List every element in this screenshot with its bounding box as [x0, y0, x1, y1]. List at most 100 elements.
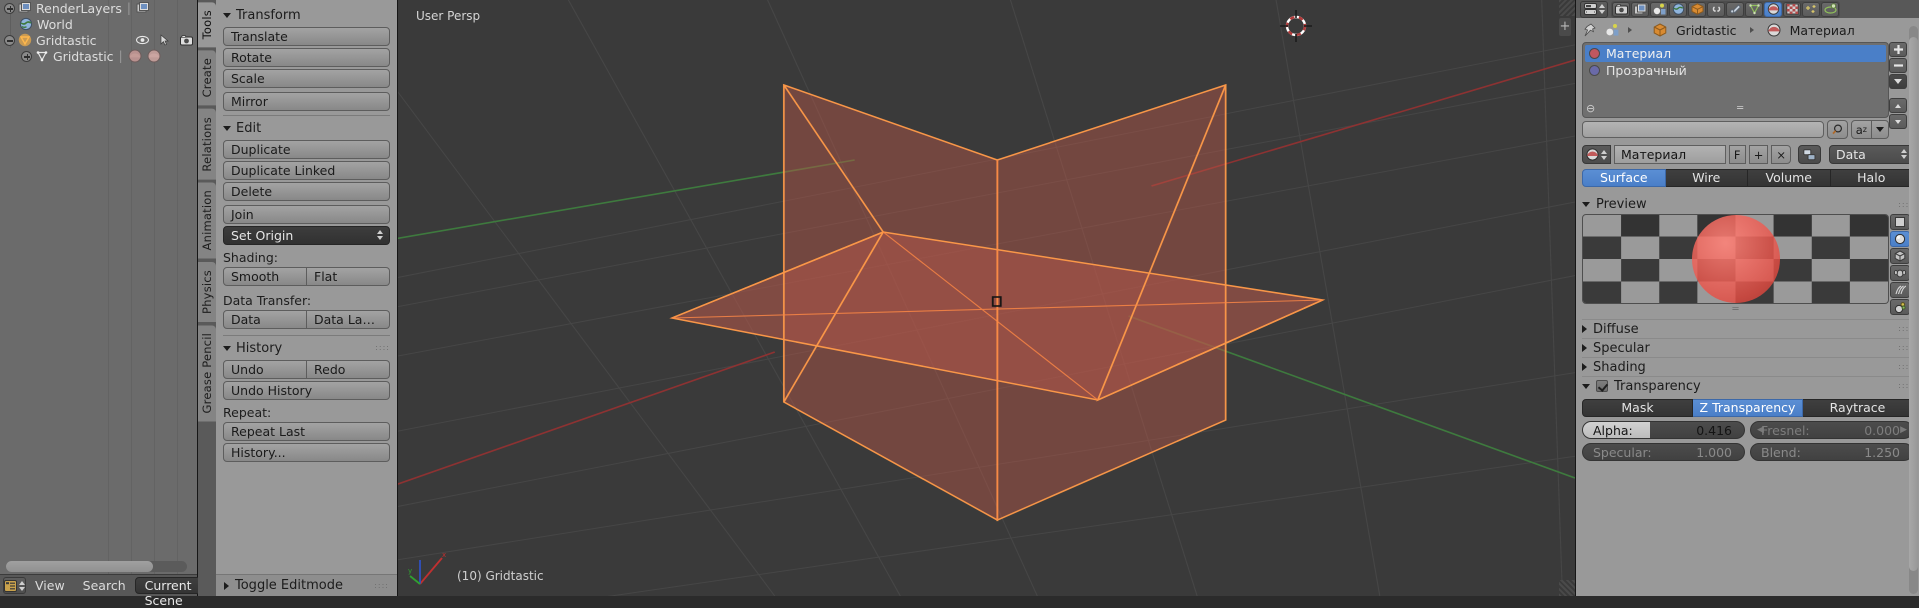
- material-link-selector[interactable]: Data: [1829, 145, 1913, 164]
- material-preview[interactable]: [1582, 214, 1889, 304]
- object-tab[interactable]: [1688, 1, 1706, 17]
- render-layers-tab[interactable]: [1631, 1, 1649, 17]
- material-a-icon[interactable]: [128, 49, 142, 63]
- renderlayer-copy-icon[interactable]: [136, 1, 150, 15]
- restrict-render-toggle[interactable]: [175, 32, 197, 48]
- tab-relations[interactable]: Relations: [198, 108, 216, 180]
- material-slot-0[interactable]: Материал: [1585, 45, 1886, 62]
- use-nodes-icon[interactable]: [1798, 145, 1821, 164]
- preview-cube-icon[interactable]: [1890, 248, 1910, 264]
- undo-button[interactable]: Undo: [223, 360, 307, 379]
- outliner-tree[interactable]: RenderLayers | World Gridtastic Gridtast…: [0, 0, 197, 574]
- material-search-field[interactable]: [1582, 121, 1824, 138]
- tab-surface[interactable]: Surface: [1582, 169, 1666, 187]
- preview-hair-icon[interactable]: [1890, 282, 1910, 298]
- preview-sphere-sky-icon[interactable]: [1890, 299, 1910, 315]
- viewport-corner-handle-tr[interactable]: [1559, 0, 1575, 16]
- object-data-tab[interactable]: [1745, 1, 1763, 17]
- tab-halo[interactable]: Halo: [1830, 169, 1913, 187]
- transparency-mode-mask[interactable]: Mask: [1582, 399, 1693, 417]
- tab-animation[interactable]: Animation: [198, 182, 216, 259]
- panel-header-shading[interactable]: Shading ::::: [1582, 357, 1913, 376]
- constraints-tab[interactable]: [1707, 1, 1725, 17]
- world-tab[interactable]: [1669, 1, 1687, 17]
- render-tab[interactable]: [1612, 1, 1630, 17]
- slot-specials-button[interactable]: [1889, 74, 1907, 89]
- history-button[interactable]: History...: [223, 443, 390, 462]
- fake-user-button[interactable]: F: [1728, 145, 1746, 164]
- expand-toggle-mesh[interactable]: [21, 50, 32, 62]
- preview-sphere-icon[interactable]: [1890, 231, 1910, 247]
- panel-header-transparency[interactable]: Transparency ::::: [1582, 376, 1913, 395]
- material-browse-icon[interactable]: [1582, 145, 1611, 164]
- tab-volume[interactable]: Volume: [1748, 169, 1831, 187]
- outliner-horizontal-scrollbar[interactable]: [6, 561, 187, 572]
- texture-tab[interactable]: [1783, 1, 1801, 17]
- repeat-last-button[interactable]: Repeat Last: [223, 422, 390, 441]
- transparency-mode-raytrace[interactable]: Raytrace: [1803, 399, 1913, 417]
- unlink-material-button[interactable]: ×: [1771, 145, 1791, 164]
- data-button[interactable]: Data: [223, 310, 307, 329]
- tab-tools[interactable]: Tools: [198, 2, 216, 48]
- viewport-corner-handle-br[interactable]: [1559, 580, 1575, 596]
- join-button[interactable]: Join: [223, 205, 390, 224]
- transparency-checkbox[interactable]: [1596, 380, 1608, 392]
- rotate-button[interactable]: Rotate: [223, 48, 390, 67]
- mirror-button[interactable]: Mirror: [223, 92, 390, 111]
- modifiers-tab[interactable]: [1726, 1, 1744, 17]
- delete-button[interactable]: Delete: [223, 182, 390, 201]
- physics-tab[interactable]: [1821, 1, 1839, 17]
- scene-tab[interactable]: [1650, 1, 1668, 17]
- expand-toggle-renderlayers[interactable]: [4, 2, 15, 14]
- alpha-slider[interactable]: Alpha: 0.416: [1582, 421, 1745, 439]
- outliner-menu-search[interactable]: Search: [74, 578, 135, 593]
- collapse-filter-icon[interactable]: ⊖: [1586, 103, 1595, 114]
- properties-scrollbar[interactable]: [1909, 26, 1918, 594]
- tab-physics[interactable]: Physics: [198, 261, 216, 322]
- undo-history-button[interactable]: Undo History: [223, 381, 390, 400]
- move-slot-down-button[interactable]: [1889, 114, 1907, 129]
- sort-alpha-icon[interactable]: az: [1850, 120, 1872, 139]
- transparency-mode-z[interactable]: Z Transparency: [1693, 399, 1803, 417]
- material-name-field[interactable]: Материал: [1614, 145, 1726, 164]
- viewport-toolbar-expand-button[interactable]: +: [1559, 18, 1571, 36]
- list-resize-grip-icon[interactable]: ═: [1737, 104, 1743, 114]
- duplicate-button[interactable]: Duplicate: [223, 140, 390, 159]
- pin-icon[interactable]: [1582, 23, 1596, 37]
- outliner-menu-view[interactable]: View: [26, 578, 74, 593]
- specular-alpha-slider[interactable]: Specular: 1.000: [1582, 443, 1745, 461]
- redo-button[interactable]: Redo: [307, 360, 390, 379]
- set-origin-dropdown[interactable]: Set Origin: [223, 226, 390, 245]
- outliner-row-renderlayers[interactable]: RenderLayers |: [0, 0, 197, 16]
- tab-create[interactable]: Create: [198, 50, 216, 106]
- material-slot-1[interactable]: Прозрачный: [1585, 62, 1886, 79]
- panel-header-transform[interactable]: Transform: [223, 6, 390, 24]
- material-tab[interactable]: [1764, 1, 1782, 17]
- breadcrumb-object-label[interactable]: Gridtastic: [1676, 23, 1737, 38]
- outliner-scene-selector[interactable]: Current Scene: [134, 577, 202, 608]
- preview-flat-icon[interactable]: [1890, 214, 1910, 230]
- remove-slot-button[interactable]: [1889, 58, 1907, 73]
- material-slot-list[interactable]: Материал Прозрачный ⊖ ═: [1582, 42, 1889, 118]
- tab-grease-pencil[interactable]: Grease Pencil: [198, 324, 216, 422]
- duplicate-linked-button[interactable]: Duplicate Linked: [223, 161, 390, 180]
- translate-button[interactable]: Translate: [223, 27, 390, 46]
- smooth-button[interactable]: Smooth: [223, 267, 307, 286]
- eyedropper-icon[interactable]: [1826, 120, 1848, 139]
- blend-slider[interactable]: Blend: 1.250: [1750, 443, 1913, 461]
- filter-dropdown-icon[interactable]: [1872, 120, 1889, 139]
- new-material-button[interactable]: +: [1748, 145, 1769, 164]
- particles-tab[interactable]: [1802, 1, 1820, 17]
- fresnel-slider[interactable]: ◀ Fresnel: 0.000 ▶: [1750, 421, 1913, 439]
- material-b-icon[interactable]: [147, 49, 161, 63]
- add-slot-button[interactable]: [1889, 42, 1907, 57]
- browse-scene-icon[interactable]: [1605, 23, 1619, 37]
- panel-header-preview[interactable]: Preview ::::: [1582, 195, 1913, 214]
- panel-header-edit[interactable]: Edit: [223, 119, 390, 137]
- toggle-editmode-panel[interactable]: Toggle Editmode ::::: [216, 574, 397, 596]
- panel-header-diffuse[interactable]: Diffuse ::::: [1582, 319, 1913, 338]
- preview-monkey-icon[interactable]: [1890, 265, 1910, 281]
- outliner-row-mesh-gridtastic[interactable]: Gridtastic |: [0, 48, 197, 64]
- tab-wire[interactable]: Wire: [1665, 169, 1748, 187]
- preview-resize-grip-icon[interactable]: ═: [1582, 305, 1889, 315]
